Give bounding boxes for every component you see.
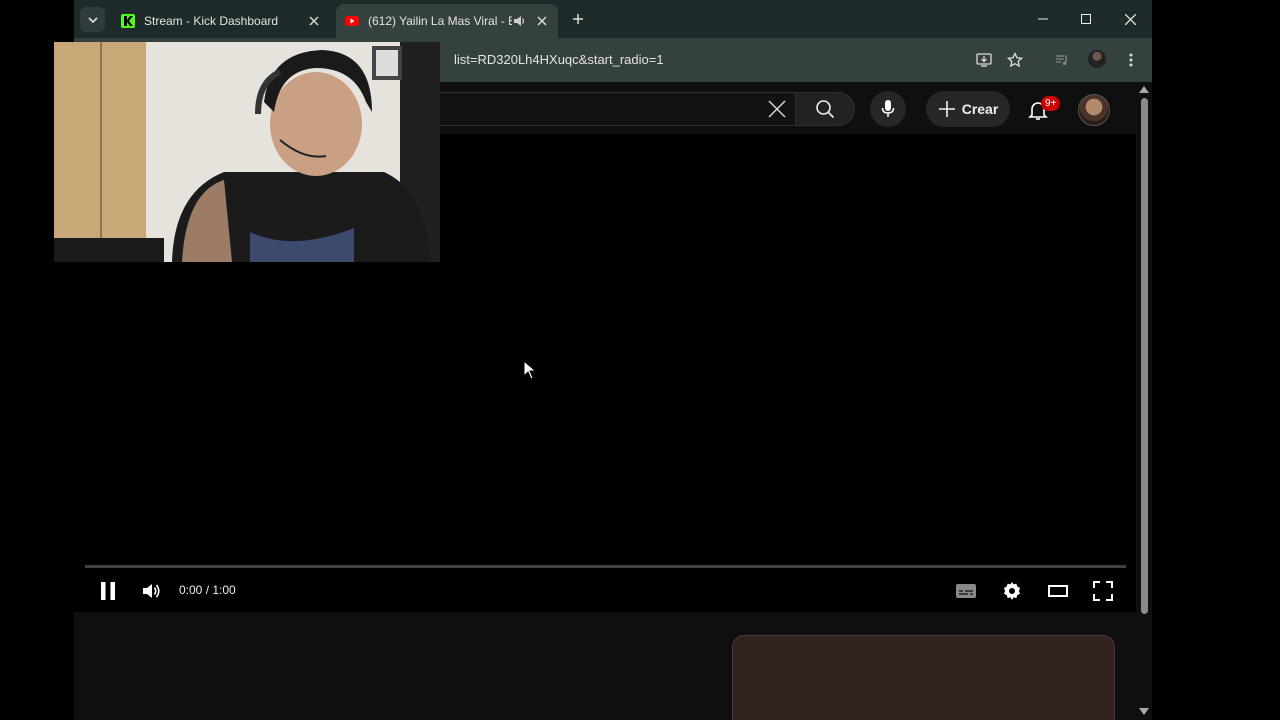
scroll-down-arrow-icon[interactable]	[1139, 708, 1149, 715]
pause-icon	[101, 582, 115, 600]
install-app-button[interactable]	[974, 50, 994, 70]
scrollbar[interactable]	[1136, 86, 1152, 720]
maximize-button[interactable]	[1075, 8, 1097, 30]
volume-icon	[143, 584, 160, 598]
close-tab-button[interactable]	[534, 13, 550, 29]
close-window-button[interactable]	[1119, 8, 1141, 30]
notification-badge: 9+	[1041, 96, 1061, 111]
tab-search-button[interactable]	[80, 7, 105, 32]
chevron-down-icon	[87, 16, 98, 23]
side-card[interactable]	[732, 635, 1115, 720]
close-icon	[768, 100, 786, 118]
address-bar-url[interactable]: list=RD320Lh4HXuqc&start_radio=1	[454, 52, 664, 67]
webcam-overlay	[54, 42, 440, 262]
maximize-icon	[1081, 14, 1091, 24]
microphone-icon	[881, 100, 895, 117]
tab-kick-dashboard[interactable]: Stream - Kick Dashboard	[112, 4, 330, 38]
minimize-button[interactable]	[1032, 8, 1054, 30]
close-tab-button[interactable]	[306, 13, 322, 29]
install-icon	[976, 53, 992, 67]
plus-icon	[938, 101, 955, 117]
search-input[interactable]	[434, 92, 796, 126]
below-player-area	[74, 612, 1136, 720]
profile-avatar[interactable]	[1088, 50, 1106, 68]
subtitles-icon	[956, 584, 976, 598]
media-queue-icon	[1056, 55, 1067, 66]
media-control-button[interactable]	[1052, 50, 1072, 70]
fullscreen-icon	[1093, 581, 1113, 601]
star-icon	[1007, 52, 1023, 68]
fullscreen-button[interactable]	[1089, 577, 1117, 605]
plus-icon	[573, 14, 583, 24]
tab-strip: Stream - Kick Dashboard (612) Yailin La …	[74, 0, 1152, 38]
theater-mode-button[interactable]	[1044, 577, 1072, 605]
browser-menu-button[interactable]	[1121, 50, 1141, 70]
minimize-icon	[1038, 18, 1048, 20]
search-button[interactable]	[795, 92, 855, 126]
mouse-cursor-icon	[523, 360, 537, 380]
kick-icon	[121, 14, 135, 28]
clear-search-button[interactable]	[766, 98, 788, 120]
youtube-icon	[345, 16, 359, 26]
tab-youtube-video[interactable]: (612) Yailin La Mas Viral - B	[336, 4, 558, 38]
close-icon	[309, 16, 319, 26]
new-tab-button[interactable]	[568, 9, 588, 29]
avatar[interactable]	[1078, 94, 1110, 126]
settings-button[interactable]	[998, 577, 1026, 605]
time-display: 0:00 / 1:00	[179, 583, 236, 597]
pause-button[interactable]	[94, 577, 122, 605]
create-button-label: Crear	[961, 101, 999, 117]
speaker-icon[interactable]	[512, 14, 526, 28]
close-icon	[1124, 13, 1136, 25]
close-icon	[537, 16, 547, 26]
theater-icon	[1048, 585, 1068, 597]
search-icon	[816, 100, 835, 119]
subtitles-button[interactable]	[952, 577, 980, 605]
more-vert-icon	[1129, 53, 1133, 67]
gear-icon	[1004, 582, 1020, 600]
scroll-up-arrow-icon[interactable]	[1139, 86, 1149, 93]
tab-title: Stream - Kick Dashboard	[144, 14, 279, 28]
scrollbar-thumb[interactable]	[1141, 98, 1148, 614]
voice-search-button[interactable]	[870, 91, 906, 127]
tab-title: (612) Yailin La Mas Viral - B	[368, 14, 512, 28]
create-button[interactable]: Crear	[926, 91, 1010, 127]
webcam-feed-image	[54, 42, 440, 262]
progress-bar[interactable]	[85, 565, 1126, 568]
mute-button[interactable]	[137, 577, 165, 605]
bookmark-button[interactable]	[1005, 50, 1025, 70]
